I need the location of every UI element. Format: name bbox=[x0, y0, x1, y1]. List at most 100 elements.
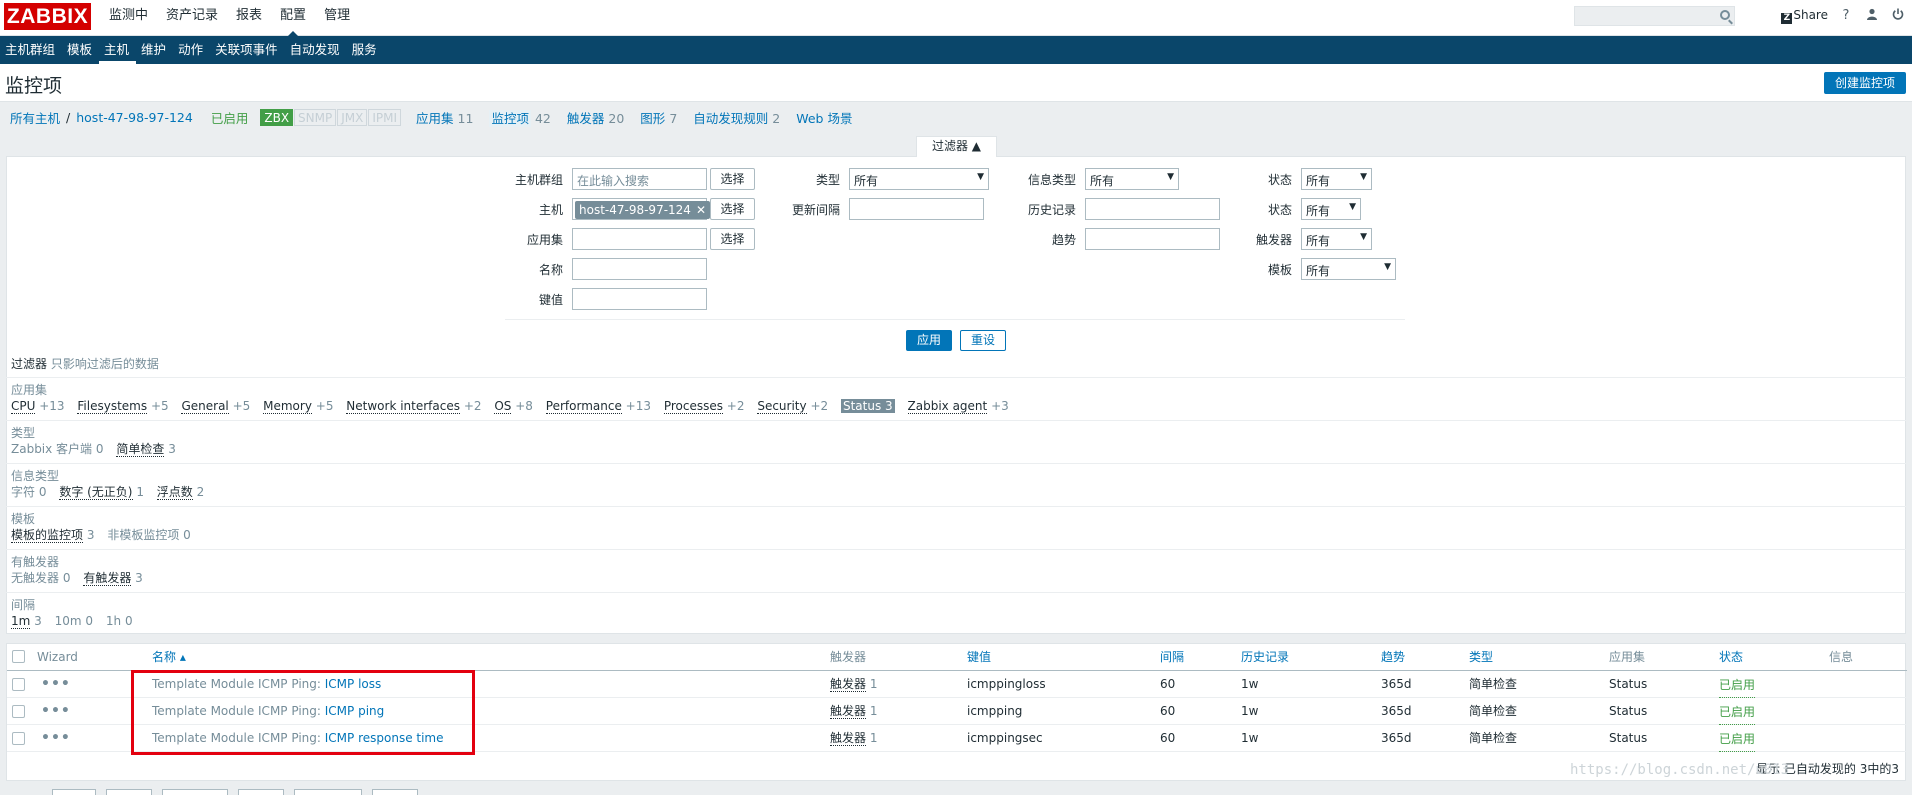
col-status[interactable]: 状态 bbox=[1719, 644, 1743, 670]
subfilter-value[interactable]: Filesystems bbox=[77, 399, 148, 414]
action-button[interactable] bbox=[106, 789, 152, 795]
type-select[interactable]: 所有 bbox=[849, 168, 989, 190]
trends-input[interactable] bbox=[1085, 228, 1220, 250]
row-checkbox[interactable] bbox=[12, 705, 25, 718]
main-menu-monitoring[interactable]: 监测中 bbox=[100, 0, 157, 36]
main-menu-inventory[interactable]: 资产记录 bbox=[157, 0, 227, 36]
application-input[interactable] bbox=[572, 228, 707, 250]
host-select-button[interactable]: 选择 bbox=[710, 198, 755, 220]
host-link[interactable]: host-47-98-97-124 bbox=[76, 110, 193, 125]
action-button[interactable] bbox=[162, 789, 228, 795]
nav-applications[interactable]: 应用集 11 bbox=[416, 108, 473, 127]
wizard-menu-icon[interactable]: ••• bbox=[41, 725, 71, 752]
subfilter-value[interactable]: 1m bbox=[11, 614, 31, 629]
triggers-link[interactable]: 触发器 bbox=[830, 704, 867, 719]
item-status-toggle[interactable]: 已启用 bbox=[1719, 727, 1756, 752]
subfilter-value[interactable]: 浮点数 bbox=[156, 485, 193, 500]
application-select-button[interactable]: 选择 bbox=[710, 228, 755, 250]
triggers-link[interactable]: 触发器 bbox=[830, 677, 867, 692]
subfilter-value-selected[interactable]: Status 3 bbox=[840, 399, 895, 413]
power-icon[interactable] bbox=[1890, 8, 1906, 24]
row-checkbox[interactable] bbox=[12, 732, 25, 745]
info-type-select[interactable]: 所有 bbox=[1085, 168, 1179, 190]
trends-label: 趋势 bbox=[1051, 233, 1076, 247]
main-menu-administration[interactable]: 管理 bbox=[315, 0, 359, 36]
history-input[interactable] bbox=[1085, 198, 1220, 220]
interval-input[interactable] bbox=[849, 198, 984, 220]
main-menu-reports[interactable]: 报表 bbox=[227, 0, 271, 36]
status-select[interactable]: 所有 bbox=[1301, 198, 1361, 220]
nav-triggers[interactable]: 触发器 20 bbox=[567, 108, 624, 127]
sub-menu-services[interactable]: 服务 bbox=[347, 36, 384, 64]
triggers-select[interactable]: 所有 bbox=[1301, 228, 1372, 250]
triggers-link[interactable]: 触发器 bbox=[830, 731, 867, 746]
subfilter-value[interactable]: OS bbox=[494, 399, 512, 414]
name-label: 名称 bbox=[538, 263, 563, 277]
help-icon[interactable]: ? bbox=[1838, 8, 1854, 23]
nav-discovery-rules[interactable]: 自动发现规则 2 bbox=[693, 108, 780, 127]
sub-menu-discovery[interactable]: 自动发现 bbox=[285, 36, 347, 64]
sub-menu-correlation[interactable]: 关联项事件 bbox=[210, 36, 285, 64]
item-status-toggle[interactable]: 已启用 bbox=[1719, 700, 1756, 725]
main-menu-configuration[interactable]: 配置 bbox=[271, 0, 315, 37]
host-tag[interactable]: host-47-98-97-124 ✕ bbox=[575, 201, 710, 219]
action-button[interactable] bbox=[294, 789, 362, 795]
sub-menu-actions[interactable]: 动作 bbox=[173, 36, 210, 64]
action-button[interactable] bbox=[238, 789, 284, 795]
sub-menu-templates[interactable]: 模板 bbox=[62, 36, 99, 64]
sub-menu-hosts[interactable]: 主机 bbox=[99, 36, 137, 64]
share-link[interactable]: Z Share bbox=[1781, 8, 1828, 24]
top-bar: ZABBIX 监测中 资产记录 报表 配置 管理 Z Share ? bbox=[0, 0, 1912, 37]
col-key[interactable]: 键值 bbox=[967, 644, 991, 670]
template-select[interactable]: 所有 bbox=[1301, 258, 1396, 280]
col-history[interactable]: 历史记录 bbox=[1241, 644, 1289, 670]
all-hosts-link[interactable]: 所有主机 bbox=[10, 108, 60, 127]
subfilter-value[interactable]: Processes bbox=[663, 399, 723, 414]
remove-tag-icon[interactable]: ✕ bbox=[696, 203, 706, 217]
action-button[interactable] bbox=[372, 789, 418, 795]
state-select[interactable]: 所有 bbox=[1301, 168, 1372, 190]
col-type[interactable]: 类型 bbox=[1469, 644, 1493, 670]
item-interval: 60 bbox=[1160, 704, 1176, 718]
col-interval[interactable]: 间隔 bbox=[1160, 644, 1184, 670]
nav-graphs[interactable]: 图形 7 bbox=[640, 108, 677, 127]
user-icon[interactable] bbox=[1864, 8, 1880, 24]
subfilter-value[interactable]: Network interfaces bbox=[346, 399, 460, 414]
subfilter-value[interactable]: Performance bbox=[545, 399, 622, 414]
wizard-menu-icon[interactable]: ••• bbox=[41, 671, 71, 698]
search-icon[interactable] bbox=[1720, 10, 1730, 20]
subfilter-value[interactable]: 有触发器 bbox=[83, 571, 132, 586]
subfilter-value[interactable]: 简单检查 bbox=[116, 442, 165, 457]
reset-button[interactable]: 重设 bbox=[960, 330, 1006, 351]
host-group-select-button[interactable]: 选择 bbox=[710, 168, 755, 190]
item-trends: 365d bbox=[1381, 677, 1412, 691]
wizard-menu-icon[interactable]: ••• bbox=[41, 698, 71, 725]
subfilter-value[interactable]: Zabbix agent bbox=[907, 399, 988, 414]
subfilter-template: 模板 模板的监控项 3 非模板监控项 0 bbox=[6, 506, 1906, 549]
col-trends[interactable]: 趋势 bbox=[1381, 644, 1405, 670]
global-search-input[interactable] bbox=[1574, 6, 1735, 26]
zabbix-logo[interactable]: ZABBIX bbox=[4, 3, 91, 30]
item-status-toggle[interactable]: 已启用 bbox=[1719, 673, 1756, 698]
select-all-checkbox[interactable] bbox=[12, 650, 25, 663]
nav-web-scenarios[interactable]: Web 场景 bbox=[796, 108, 852, 127]
subfilter-value[interactable]: 模板的监控项 bbox=[11, 528, 84, 543]
sub-menu-host-groups[interactable]: 主机群组 bbox=[0, 36, 62, 64]
subfilter-value[interactable]: Memory bbox=[263, 399, 312, 414]
name-input[interactable] bbox=[572, 258, 707, 280]
subfilter-value[interactable]: CPU bbox=[11, 399, 36, 414]
apply-button[interactable]: 应用 bbox=[906, 330, 952, 351]
create-item-button[interactable]: 创建监控项 bbox=[1823, 72, 1906, 94]
action-button[interactable] bbox=[52, 789, 96, 795]
key-input[interactable] bbox=[572, 288, 707, 310]
col-name[interactable]: 名称 ▴ bbox=[152, 644, 186, 670]
row-checkbox[interactable] bbox=[12, 678, 25, 691]
subfilter-value[interactable]: Security bbox=[757, 399, 807, 414]
subfilter-value[interactable]: 数字 (无正负) bbox=[59, 485, 133, 500]
sub-menu-maintenance[interactable]: 维护 bbox=[136, 36, 173, 64]
host-group-input[interactable]: 在此输入搜索 bbox=[572, 168, 707, 190]
nav-items[interactable]: 监控项 42 bbox=[489, 108, 551, 127]
filter-tab[interactable]: 过滤器 ▲ bbox=[916, 136, 997, 157]
host-status[interactable]: 已启用 bbox=[211, 108, 249, 127]
subfilter-value[interactable]: General bbox=[181, 399, 229, 414]
